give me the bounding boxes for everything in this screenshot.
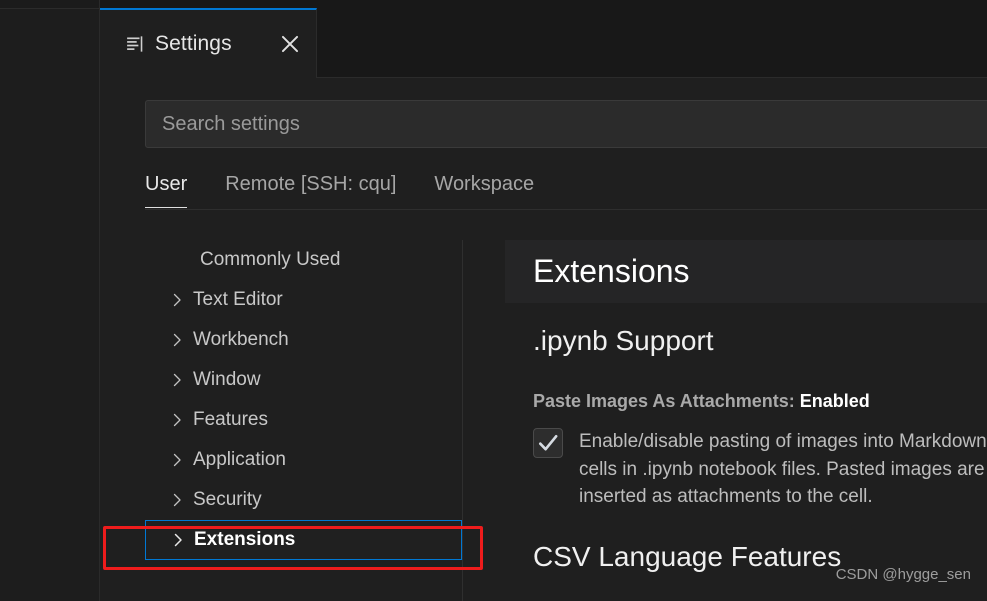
settings-content-pane: Extensions .ipynb Support Paste Images A…	[505, 240, 987, 601]
chevron-right-icon	[173, 333, 181, 347]
sidebar-item-label: Commonly Used	[200, 249, 341, 270]
sidebar-item-label: Security	[193, 489, 262, 510]
sidebar-item-label: Features	[193, 409, 268, 430]
setting-title: Paste Images As Attachments: Enabled	[533, 391, 987, 412]
chevron-right-icon	[174, 533, 182, 547]
chevron-right-icon	[173, 373, 181, 387]
sidebar-item-application[interactable]: Application	[145, 440, 462, 480]
setting-title-value: Enabled	[799, 391, 870, 411]
activity-bar-strip	[0, 0, 100, 601]
group-title-ipynb-support: .ipynb Support	[533, 325, 714, 356]
section-header-label: Extensions	[533, 253, 690, 289]
sidebar-item-workbench[interactable]: Workbench	[145, 320, 462, 360]
sidebar-item-label: Extensions	[194, 529, 296, 550]
sidebar-item-window[interactable]: Window	[145, 360, 462, 400]
sidebar-item-security[interactable]: Security	[145, 480, 462, 520]
settings-editor-body: User Remote [SSH: cqu] Workspace Commonl…	[100, 78, 987, 601]
setting-control-row: Enable/disable pasting of images into Ma…	[533, 428, 987, 511]
sidebar-item-features[interactable]: Features	[145, 400, 462, 440]
tab-settings[interactable]: Settings	[100, 8, 317, 78]
sidebar-item-text-editor[interactable]: Text Editor	[145, 280, 462, 320]
settings-sliders-icon	[127, 36, 143, 52]
scope-tab-workspace-label: Workspace	[434, 173, 535, 195]
scope-tab-remote-label: Remote [SSH: cqu]	[225, 173, 397, 195]
chevron-right-icon	[173, 413, 181, 427]
chevron-right-icon	[173, 293, 181, 307]
sidebar-item-label: Application	[193, 449, 286, 470]
settings-table-of-contents[interactable]: Commonly Used Text Editor Workbench Wind…	[145, 240, 463, 601]
search-settings-container	[145, 100, 987, 148]
sidebar-item-extensions[interactable]: Extensions	[145, 520, 462, 560]
setting-description: Enable/disable pasting of images into Ma…	[579, 431, 987, 508]
vscode-settings-window: Settings User Remote [SSH: cqu] W	[0, 0, 987, 601]
chevron-right-icon	[173, 453, 181, 467]
settings-scope-tabs: User Remote [SSH: cqu] Workspace	[145, 173, 572, 221]
search-settings-input[interactable]	[145, 100, 987, 148]
scope-tab-user[interactable]: User	[145, 173, 188, 208]
side-bar-panel	[0, 8, 99, 601]
sidebar-item-label: Text Editor	[193, 289, 283, 310]
close-icon[interactable]	[278, 32, 302, 56]
tab-label: Settings	[155, 32, 232, 55]
scope-tab-workspace[interactable]: Workspace	[434, 173, 534, 208]
sidebar-item-commonly-used[interactable]: Commonly Used	[145, 240, 462, 280]
sidebar-item-label: Window	[193, 369, 261, 390]
section-header-extensions: Extensions	[505, 240, 987, 303]
setting-title-label: Paste Images As Attachments:	[533, 391, 795, 411]
scope-tab-user-label: User	[145, 173, 188, 195]
checkmark-icon[interactable]	[533, 428, 563, 458]
scope-tab-remote[interactable]: Remote [SSH: cqu]	[225, 173, 396, 208]
sidebar-item-label: Workbench	[193, 329, 289, 350]
editor-tab-bar: Settings	[100, 0, 987, 78]
chevron-right-icon	[173, 493, 181, 507]
setting-paste-images-as-attachments: Paste Images As Attachments: Enabled Ena…	[533, 391, 987, 511]
group-title-next: CSV Language Features	[533, 540, 842, 572]
editor-group: Settings User Remote [SSH: cqu] W	[100, 0, 987, 601]
